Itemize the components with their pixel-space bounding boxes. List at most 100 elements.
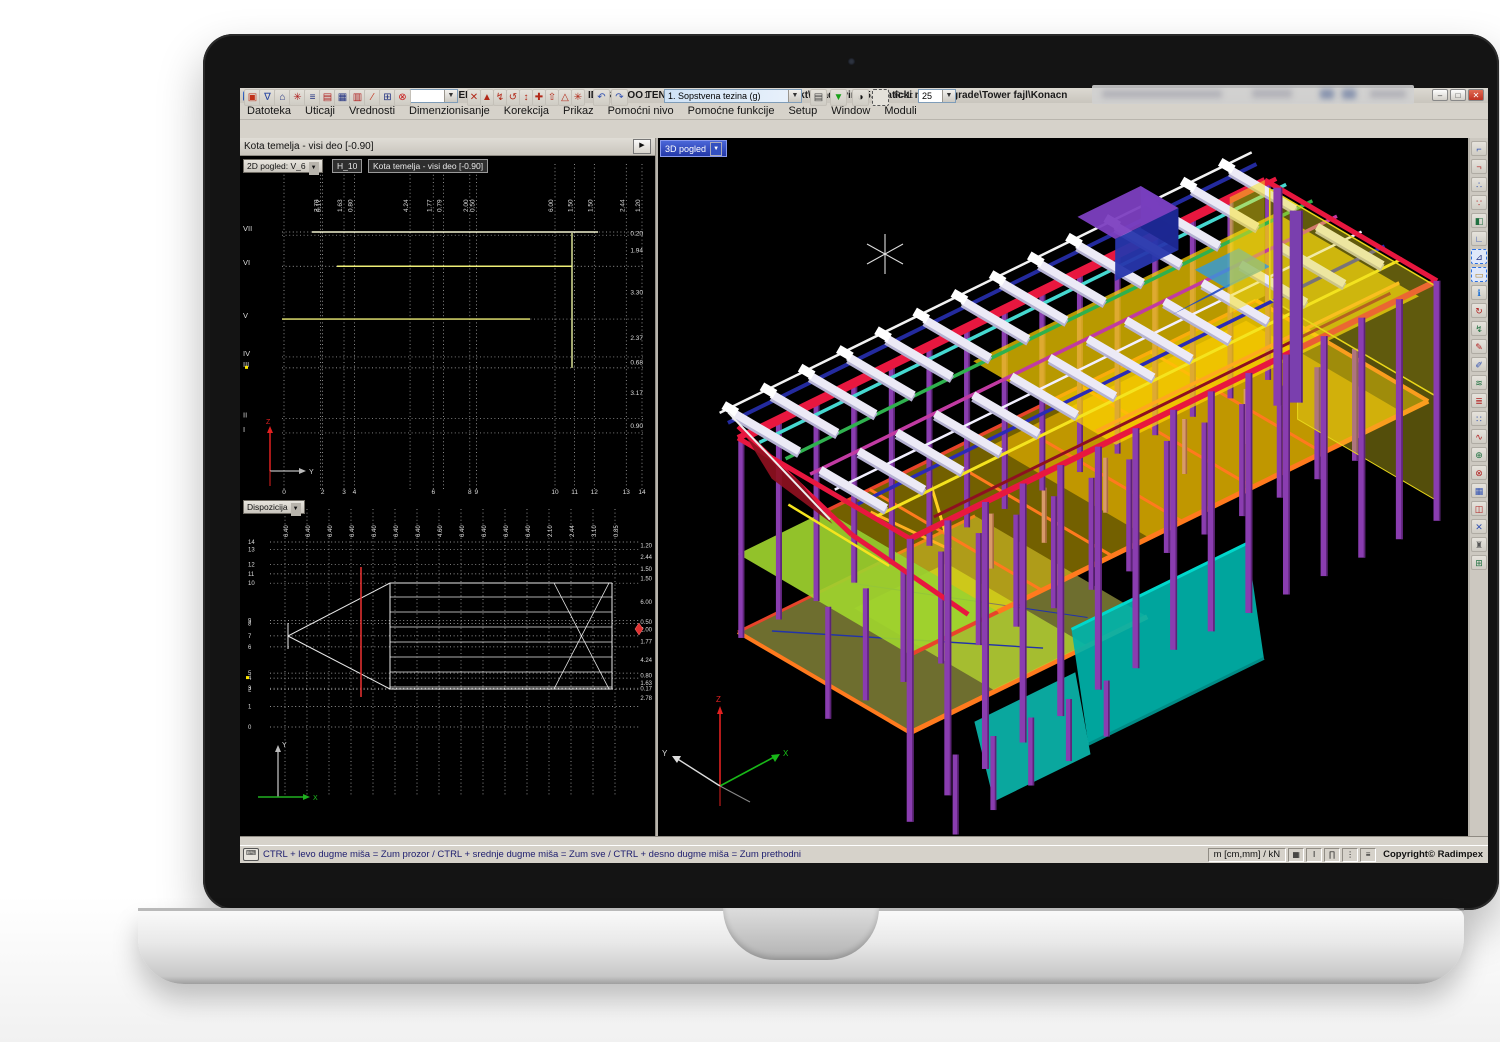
load-case-combo[interactable]: 1. Sopstvena tezina (g) ▼: [664, 89, 802, 103]
empty-combo[interactable]: ▼: [408, 89, 458, 103]
plan-view-canvas[interactable]: 6.406.406.406.406.406.406.404.606.406.40…: [240, 497, 655, 836]
menu-item-prikaz[interactable]: Prikaz: [556, 105, 601, 117]
waves-icon[interactable]: ≋: [1471, 375, 1487, 390]
svg-text:0.68: 0.68: [630, 359, 643, 366]
view-front-icon[interactable]: ¬: [1471, 159, 1487, 174]
3d-view-tab[interactable]: 3D pogled▼: [660, 140, 727, 157]
menu-item-window[interactable]: Window: [824, 105, 877, 117]
scale-combo[interactable]: 25 ▼: [918, 89, 956, 103]
angle-icon[interactable]: ∟: [1471, 231, 1487, 246]
break-icon[interactable]: ✕: [467, 89, 481, 106]
svg-text:12: 12: [248, 563, 255, 569]
3d-viewport[interactable]: ZXY 3D pogled▼: [658, 138, 1468, 836]
tab-kota-temelja[interactable]: Kota temelja - visi deo [-0.90]: [368, 159, 488, 173]
minimize-button[interactable]: –: [1432, 89, 1448, 101]
half-view-icon[interactable]: ◧: [1471, 213, 1487, 228]
burst-icon[interactable]: ✳: [571, 89, 585, 106]
rotate-icon[interactable]: ↺: [506, 89, 520, 106]
laptop-camera: [848, 58, 855, 65]
undo-icon[interactable]: ↶: [593, 89, 610, 106]
svg-text:Y: Y: [309, 469, 314, 476]
svg-text:II: II: [243, 411, 247, 420]
units-indicator[interactable]: m [cm,mm] / kN: [1208, 848, 1287, 862]
pencil-icon[interactable]: ✎: [1471, 339, 1487, 354]
tree-icon[interactable]: ⊞: [1471, 555, 1487, 570]
import-icon[interactable]: ▼: [830, 89, 847, 106]
svg-text:0.85: 0.85: [614, 525, 620, 537]
elevation-view-canvas[interactable]: 2.780.171.630.804.241.770.792.000.506.00…: [240, 156, 655, 497]
raise-icon[interactable]: ⇧: [545, 89, 559, 106]
bolt-icon[interactable]: ↯: [1471, 321, 1487, 336]
close-button[interactable]: ✕: [1468, 89, 1484, 101]
peak-icon[interactable]: ▲: [480, 89, 494, 106]
menu-item-vrednosti[interactable]: Vrednosti: [342, 105, 402, 117]
roof-icon[interactable]: △: [558, 89, 572, 106]
redo-icon[interactable]: ↷: [611, 89, 628, 106]
svg-text:2.44: 2.44: [640, 555, 652, 561]
chevron-down-icon[interactable]: ▼: [942, 90, 955, 102]
plus-circle-icon[interactable]: ⊕: [1471, 447, 1487, 462]
svg-text:6.40: 6.40: [328, 525, 334, 537]
pen-icon[interactable]: ✐: [1471, 357, 1487, 372]
delete-icon[interactable]: ✕: [1471, 519, 1487, 534]
view-iso-icon[interactable]: ∵: [1471, 195, 1487, 210]
svg-text:8: 8: [468, 489, 472, 496]
svg-text:4.60: 4.60: [438, 525, 444, 537]
svg-text:Y: Y: [662, 749, 668, 758]
maximize-button[interactable]: □: [1450, 89, 1466, 101]
svg-text:1.63: 1.63: [337, 199, 344, 212]
print-icon[interactable]: ▤: [810, 89, 827, 106]
view-top-icon[interactable]: ⌐: [1471, 141, 1487, 156]
view-side-icon[interactable]: ∴: [1471, 177, 1487, 192]
wave-icon[interactable]: ∿: [1471, 429, 1487, 444]
lines-icon[interactable]: ≣: [1471, 393, 1487, 408]
dispozicija-selector[interactable]: Dispozicija▼: [243, 500, 305, 514]
selection-box-icon[interactable]: [872, 89, 889, 106]
play-button[interactable]: ▶: [633, 139, 651, 154]
stretch-icon[interactable]: ↕: [519, 89, 533, 106]
menu-item-uticaji[interactable]: Uticaji: [298, 105, 342, 117]
svg-text:1.94: 1.94: [630, 248, 643, 255]
bolt-icon[interactable]: ↯: [493, 89, 507, 106]
chevron-down-icon[interactable]: ▼: [788, 90, 801, 102]
info-icon[interactable]: ℹ: [1471, 285, 1487, 300]
contrast-icon[interactable]: ◑: [852, 89, 869, 106]
beam-icon[interactable]: ▭: [1471, 267, 1487, 282]
status-icon-3[interactable]: ⋮: [1342, 848, 1358, 862]
status-bar: ⌨ CTRL + levo dugme miša = Zum prozor / …: [240, 845, 1488, 863]
menu-item-setup[interactable]: Setup: [781, 105, 824, 117]
svg-text:6.00: 6.00: [548, 199, 555, 212]
status-icon-1[interactable]: I: [1306, 848, 1322, 862]
tab-h10[interactable]: H_10: [332, 159, 362, 173]
svg-text:1.77: 1.77: [640, 639, 652, 645]
columns-icon[interactable]: ◫: [1471, 501, 1487, 516]
chevron-down-icon[interactable]: ▼: [710, 142, 722, 156]
svg-text:X: X: [783, 749, 789, 758]
join-icon[interactable]: ✚: [532, 89, 546, 106]
slope-icon[interactable]: ⊿: [1471, 249, 1487, 264]
window-controls: – □ ✕: [1432, 89, 1484, 101]
3d-model-canvas[interactable]: ZXY: [658, 138, 1468, 836]
menu-item-dimenzionisanje[interactable]: Dimenzionisanje: [402, 105, 497, 117]
dots-icon[interactable]: ∷: [1471, 411, 1487, 426]
grid-icon[interactable]: ▦: [1471, 483, 1487, 498]
svg-text:6: 6: [431, 489, 435, 496]
refresh-icon[interactable]: ↻: [1471, 303, 1487, 318]
chevron-down-icon[interactable]: ▼: [444, 90, 457, 102]
svg-text:1.50: 1.50: [640, 567, 652, 573]
status-icon-2[interactable]: ∏: [1324, 848, 1340, 862]
cancel-icon[interactable]: ⊗: [394, 89, 411, 106]
svg-text:6.00: 6.00: [640, 600, 652, 606]
menu-item-korekcija[interactable]: Korekcija: [497, 105, 556, 117]
status-icon-4[interactable]: ≡: [1360, 848, 1376, 862]
view-selector-button[interactable]: 2D pogled: V_6▼: [243, 159, 323, 173]
tower-icon[interactable]: ♜: [1471, 537, 1487, 552]
menu-item-pomo-ni-nivo[interactable]: Pomoćni nivo: [601, 105, 681, 117]
menu-item-datoteka[interactable]: Datoteka: [240, 105, 298, 117]
menu-item-pomo-ne-funkcije[interactable]: Pomoćne funkcije: [681, 105, 782, 117]
times-circle-icon[interactable]: ⊗: [1471, 465, 1487, 480]
svg-text:4: 4: [353, 489, 357, 496]
status-icon-0[interactable]: ▦: [1288, 848, 1304, 862]
menu-item-moduli[interactable]: Moduli: [877, 105, 923, 117]
photo-background: A Tower - 3D Model Builder 7.0 - [Z:\02 …: [0, 0, 1500, 1042]
